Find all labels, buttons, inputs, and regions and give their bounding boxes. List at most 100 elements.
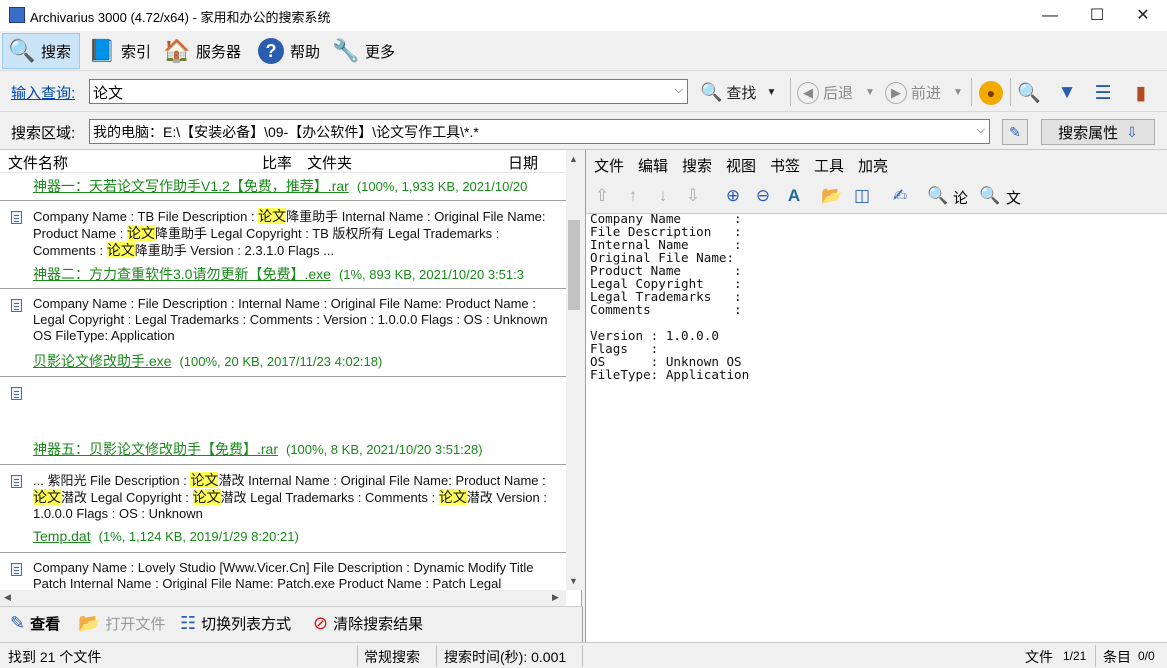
result-row[interactable]: 神器五：贝影论文修改助手【免费】.rar (100%, 8 KB, 2021/10… — [0, 377, 566, 465]
result-row[interactable]: Company Name : Lovely Studio [Www.Vicer.… — [0, 553, 566, 590]
col-ratio[interactable]: 比率 — [262, 152, 292, 173]
viewer-pane: 文件 编辑 搜索 视图 书签 工具 加亮 ⇧ ↑ ↓ ⇩ ⊕ ⊖ A 📂 ◫ ✍… — [585, 150, 1167, 642]
last-page-icon[interactable]: ⇩ — [679, 182, 707, 210]
result-filename[interactable]: 贝影论文修改助手.exe — [33, 353, 171, 369]
clear-results-label: 清除搜索结果 — [333, 616, 424, 633]
find-word2-icon[interactable]: 🔍 — [976, 182, 1004, 210]
first-page-icon[interactable]: ⇧ — [588, 182, 616, 210]
browse-folder-icon[interactable]: ✎ — [1002, 119, 1028, 145]
result-row[interactable]: ... 紫阳光 File Description : 论文潜改 Internal… — [0, 465, 566, 553]
more-tab-button[interactable]: 🔧 更多 — [327, 33, 399, 69]
pencil-doc-icon: ✎ — [10, 613, 26, 633]
minimize-button[interactable]: — — [1027, 0, 1073, 31]
layers-icon[interactable]: ☰ — [1088, 78, 1118, 108]
filter-icon[interactable]: ▼ — [1052, 78, 1082, 108]
paw-icon[interactable]: ● — [976, 78, 1006, 108]
result-row[interactable]: Company Name : File Description : Intern… — [0, 289, 566, 377]
zoom-out-icon[interactable]: ⊖ — [749, 182, 777, 210]
result-file[interactable]: 神器一：天若论文写作助手V1.2【免费，推荐】.rar (100%, 1,933 … — [33, 176, 566, 196]
index-tab-button[interactable]: 📘 索引 — [83, 33, 155, 69]
status-found: 找到 21 个文件 — [8, 649, 102, 665]
search-area-label: 搜索区域: — [11, 125, 76, 142]
prev-page-icon[interactable]: ↑ — [619, 182, 647, 210]
viewer-menu-tools[interactable]: 工具 — [814, 155, 844, 176]
search-area-row: 搜索区域: 我的电脑：E:\【安装必备】\09-【办公软件】\论文写作工具\*.… — [0, 114, 1167, 150]
help-icon: ? — [256, 36, 286, 66]
description-text: ... 紫阳光 File Description : — [33, 473, 191, 488]
query-label[interactable]: 输入查询: — [11, 82, 75, 103]
find-word2-label[interactable]: 文 — [1006, 187, 1021, 208]
font-size-icon[interactable]: A — [780, 182, 808, 210]
back-dropdown-icon[interactable]: ▼ — [865, 87, 875, 98]
index-tab-label: 索引 — [121, 43, 152, 61]
viewer-menu-bookmark[interactable]: 书签 — [770, 155, 800, 176]
search-props-button[interactable]: 搜索属性 ⇩ — [1041, 119, 1155, 145]
find-word1-icon[interactable]: 🔍 — [924, 182, 952, 210]
red-book-icon[interactable]: ▮ — [1126, 78, 1156, 108]
result-file[interactable]: 贝影论文修改助手.exe (100%, 20 KB, 2017/11/23 4:0… — [33, 351, 566, 371]
wrench-icon: 🔧 — [332, 38, 360, 63]
description-text: Company Name : File Description : Intern… — [33, 296, 548, 343]
find-dropdown-icon[interactable]: ▼ — [766, 87, 776, 98]
viewer-toolbar: ⇧ ↑ ↓ ⇩ ⊕ ⊖ A 📂 ◫ ✍ 🔍 论 🔍 文 — [586, 178, 1167, 214]
result-filename[interactable]: 神器二：方力查重软件3.0请勿更新【免费】.exe — [33, 266, 331, 282]
result-filename[interactable]: Temp.dat — [33, 528, 91, 544]
server-tab-button[interactable]: 🏠 服务器 — [158, 33, 245, 69]
result-filename[interactable]: 神器一：天若论文写作助手V1.2【免费，推荐】.rar — [33, 178, 349, 194]
result-meta: (100%, 1,933 KB, 2021/10/20 — [356, 179, 528, 194]
help-tab-button[interactable]: ? 帮助 — [252, 33, 324, 69]
forward-dropdown-icon[interactable]: ▼ — [953, 87, 963, 98]
view-button[interactable]: ✎ 查看 — [10, 613, 60, 634]
switch-list-button[interactable]: ☷ 切换列表方式 — [180, 613, 291, 634]
search-tab-button[interactable]: 🔍 搜索 — [2, 33, 80, 69]
result-description: Company Name : File Description : Intern… — [33, 296, 563, 344]
result-file[interactable]: 神器二：方力查重软件3.0请勿更新【免费】.exe (1%, 893 KB, 20… — [33, 264, 566, 284]
magic-search-icon[interactable]: 🔍 — [1014, 78, 1044, 108]
description-text: 潜改 Internal Name : Original File Name: P… — [218, 473, 546, 488]
open-doc-icon[interactable]: 📂 — [818, 182, 846, 210]
viewer-menu-file[interactable]: 文件 — [594, 155, 624, 176]
back-arrow-icon: ◀ — [797, 81, 819, 104]
viewer-menu: 文件 编辑 搜索 视图 书签 工具 加亮 — [586, 150, 1167, 178]
search-area-select[interactable]: 我的电脑：E:\【安装必备】\09-【办公软件】\论文写作工具\*.* ⌵ — [89, 119, 990, 144]
result-filename[interactable]: 神器五：贝影论文修改助手【免费】.rar — [33, 441, 278, 457]
clear-results-button[interactable]: ⊘ 清除搜索结果 — [313, 613, 423, 634]
next-page-icon[interactable]: ↓ — [649, 182, 677, 210]
result-file[interactable]: 神器五：贝影论文修改助手【免费】.rar (100%, 8 KB, 2021/10… — [33, 439, 566, 459]
vertical-scrollbar[interactable]: ▲ ▼ — [566, 150, 582, 590]
viewer-menu-search[interactable]: 搜索 — [682, 155, 712, 176]
result-meta: (1%, 1,124 KB, 2019/1/29 8:20:21) — [98, 529, 299, 544]
find-label: 查找 — [726, 85, 757, 102]
find-button[interactable]: 🔍 查找 ▼ — [700, 79, 776, 106]
viewer-menu-view[interactable]: 视图 — [726, 155, 756, 176]
result-row[interactable]: Company Name : TB File Description : 论文降… — [0, 201, 566, 289]
result-row[interactable]: 神器一：天若论文写作助手V1.2【免费，推荐】.rar (100%, 1,933 … — [0, 173, 566, 201]
description-text: 潜改 Legal Trademarks : Comments : — [220, 490, 439, 505]
scroll-thumb[interactable] — [568, 220, 580, 310]
scroll-up-icon[interactable]: ▲ — [569, 154, 578, 164]
horizontal-scrollbar[interactable]: ◀ ▶ — [0, 590, 566, 606]
query-input[interactable]: 论文 ⌵ — [89, 79, 688, 104]
zoom-in-icon[interactable]: ⊕ — [719, 182, 747, 210]
result-file[interactable]: Temp.dat (1%, 1,124 KB, 2019/1/29 8:20:21… — [33, 528, 566, 544]
forward-button[interactable]: ▶ 前进 ▼ — [885, 79, 963, 106]
col-folder[interactable]: 文件夹 — [307, 152, 352, 173]
bookmark-doc-icon[interactable]: ✍ — [886, 182, 914, 210]
export-icon[interactable]: ◫ — [848, 182, 876, 210]
viewer-menu-highlight[interactable]: 加亮 — [858, 155, 888, 176]
scroll-left-icon[interactable]: ◀ — [4, 592, 11, 603]
find-word1-label[interactable]: 论 — [953, 187, 968, 208]
scroll-down-icon[interactable]: ▼ — [569, 576, 578, 586]
help-tab-label: 帮助 — [290, 43, 321, 61]
close-button[interactable]: ✕ — [1120, 0, 1166, 31]
back-button[interactable]: ◀ 后退 ▼ — [797, 79, 875, 106]
col-name[interactable]: 文件名称 — [8, 152, 68, 173]
document-icon — [11, 211, 22, 224]
maximize-button[interactable]: ☐ — [1074, 0, 1120, 31]
col-date[interactable]: 日期 — [508, 152, 538, 173]
open-file-button[interactable]: 📂 打开文件 — [78, 613, 165, 634]
scroll-right-icon[interactable]: ▶ — [552, 592, 559, 603]
chevron-down-icon[interactable]: ⌵ — [977, 124, 985, 137]
viewer-menu-edit[interactable]: 编辑 — [638, 155, 668, 176]
chevron-down-icon[interactable]: ⌵ — [675, 84, 683, 97]
